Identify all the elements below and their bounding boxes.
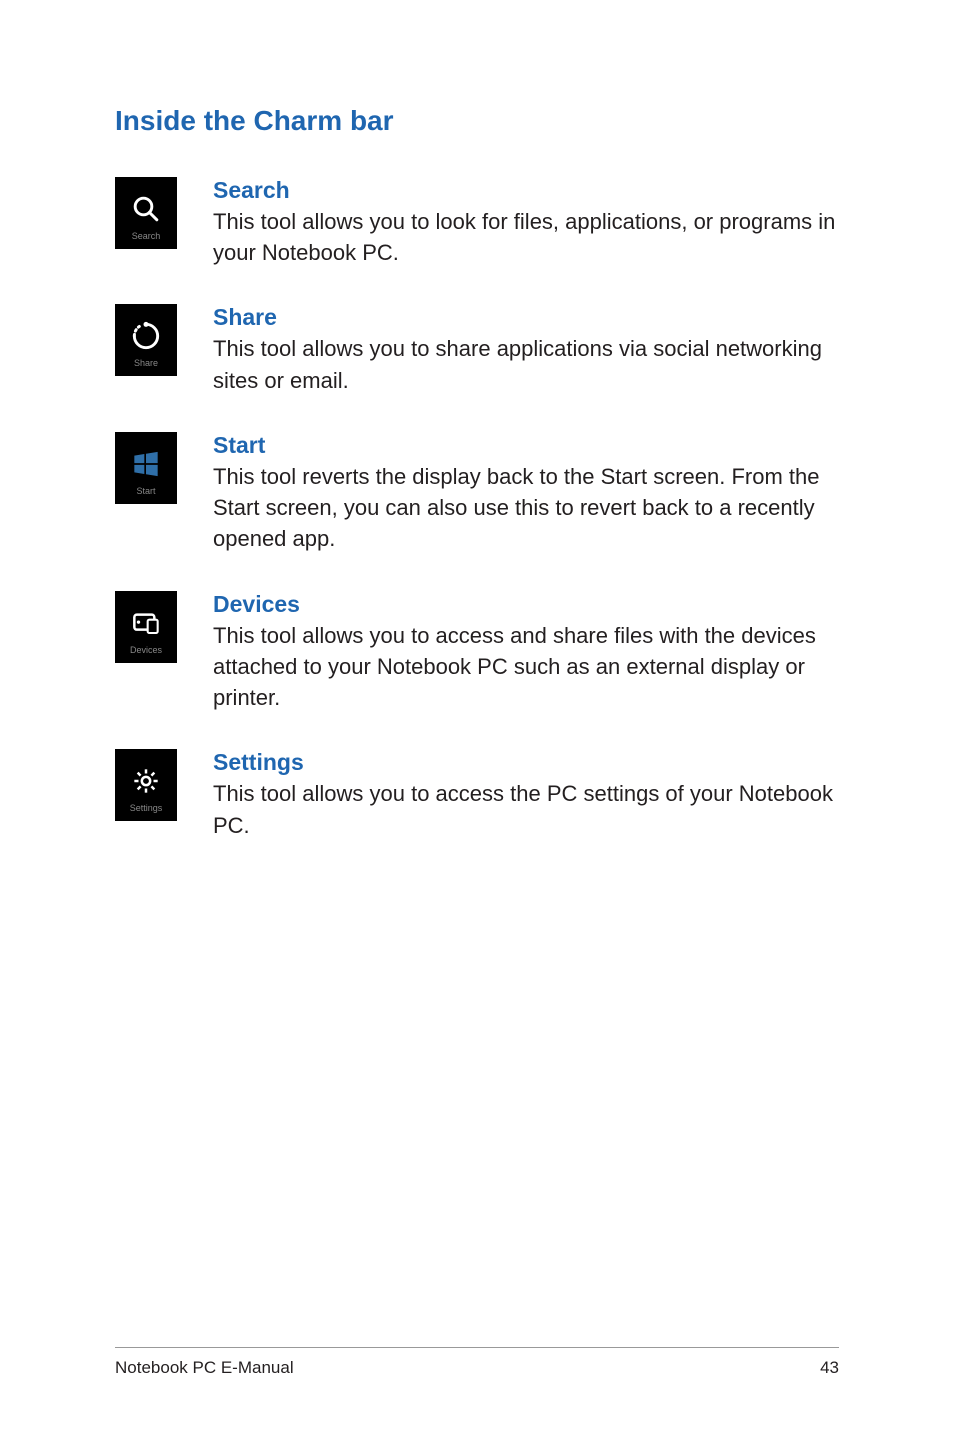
charm-text-block: Devices This tool allows you to access a… — [213, 591, 839, 714]
charm-title-search: Search — [213, 177, 839, 204]
charm-item-devices: Devices Devices This tool allows you to … — [115, 591, 839, 714]
charm-item-settings: Settings Settings This tool allows you t… — [115, 749, 839, 840]
footer-page-number: 43 — [820, 1358, 839, 1378]
charm-text-block: Start This tool reverts the display back… — [213, 432, 839, 555]
charm-title-devices: Devices — [213, 591, 839, 618]
charm-item-start: Start Start This tool reverts the displa… — [115, 432, 839, 555]
charm-text-block: Settings This tool allows you to access … — [213, 749, 839, 840]
devices-charm-icon-box: Devices — [115, 591, 177, 663]
search-icon-label: Search — [132, 231, 161, 241]
gear-icon — [128, 763, 164, 799]
search-icon — [128, 191, 164, 227]
start-icon — [128, 446, 164, 482]
settings-icon-label: Settings — [130, 803, 163, 813]
charm-item-search: Search Search This tool allows you to lo… — [115, 177, 839, 268]
devices-icon-label: Devices — [130, 645, 162, 655]
page-heading: Inside the Charm bar — [115, 105, 839, 137]
charm-title-settings: Settings — [213, 749, 839, 776]
charm-description-settings: This tool allows you to access the PC se… — [213, 778, 839, 840]
search-charm-icon-box: Search — [115, 177, 177, 249]
charm-title-share: Share — [213, 304, 839, 331]
charm-text-block: Share This tool allows you to share appl… — [213, 304, 839, 395]
charm-description-share: This tool allows you to share applicatio… — [213, 333, 839, 395]
share-icon-label: Share — [134, 358, 158, 368]
start-charm-icon-box: Start — [115, 432, 177, 504]
share-charm-icon-box: Share — [115, 304, 177, 376]
charm-description-devices: This tool allows you to access and share… — [213, 620, 839, 714]
charm-description-start: This tool reverts the display back to th… — [213, 461, 839, 555]
page-footer: Notebook PC E-Manual 43 — [115, 1347, 839, 1378]
devices-icon — [128, 605, 164, 641]
charm-description-search: This tool allows you to look for files, … — [213, 206, 839, 268]
charm-title-start: Start — [213, 432, 839, 459]
charm-text-block: Search This tool allows you to look for … — [213, 177, 839, 268]
start-icon-label: Start — [136, 486, 155, 496]
footer-title: Notebook PC E-Manual — [115, 1358, 294, 1378]
charm-item-share: Share Share This tool allows you to shar… — [115, 304, 839, 395]
share-icon — [128, 318, 164, 354]
settings-charm-icon-box: Settings — [115, 749, 177, 821]
